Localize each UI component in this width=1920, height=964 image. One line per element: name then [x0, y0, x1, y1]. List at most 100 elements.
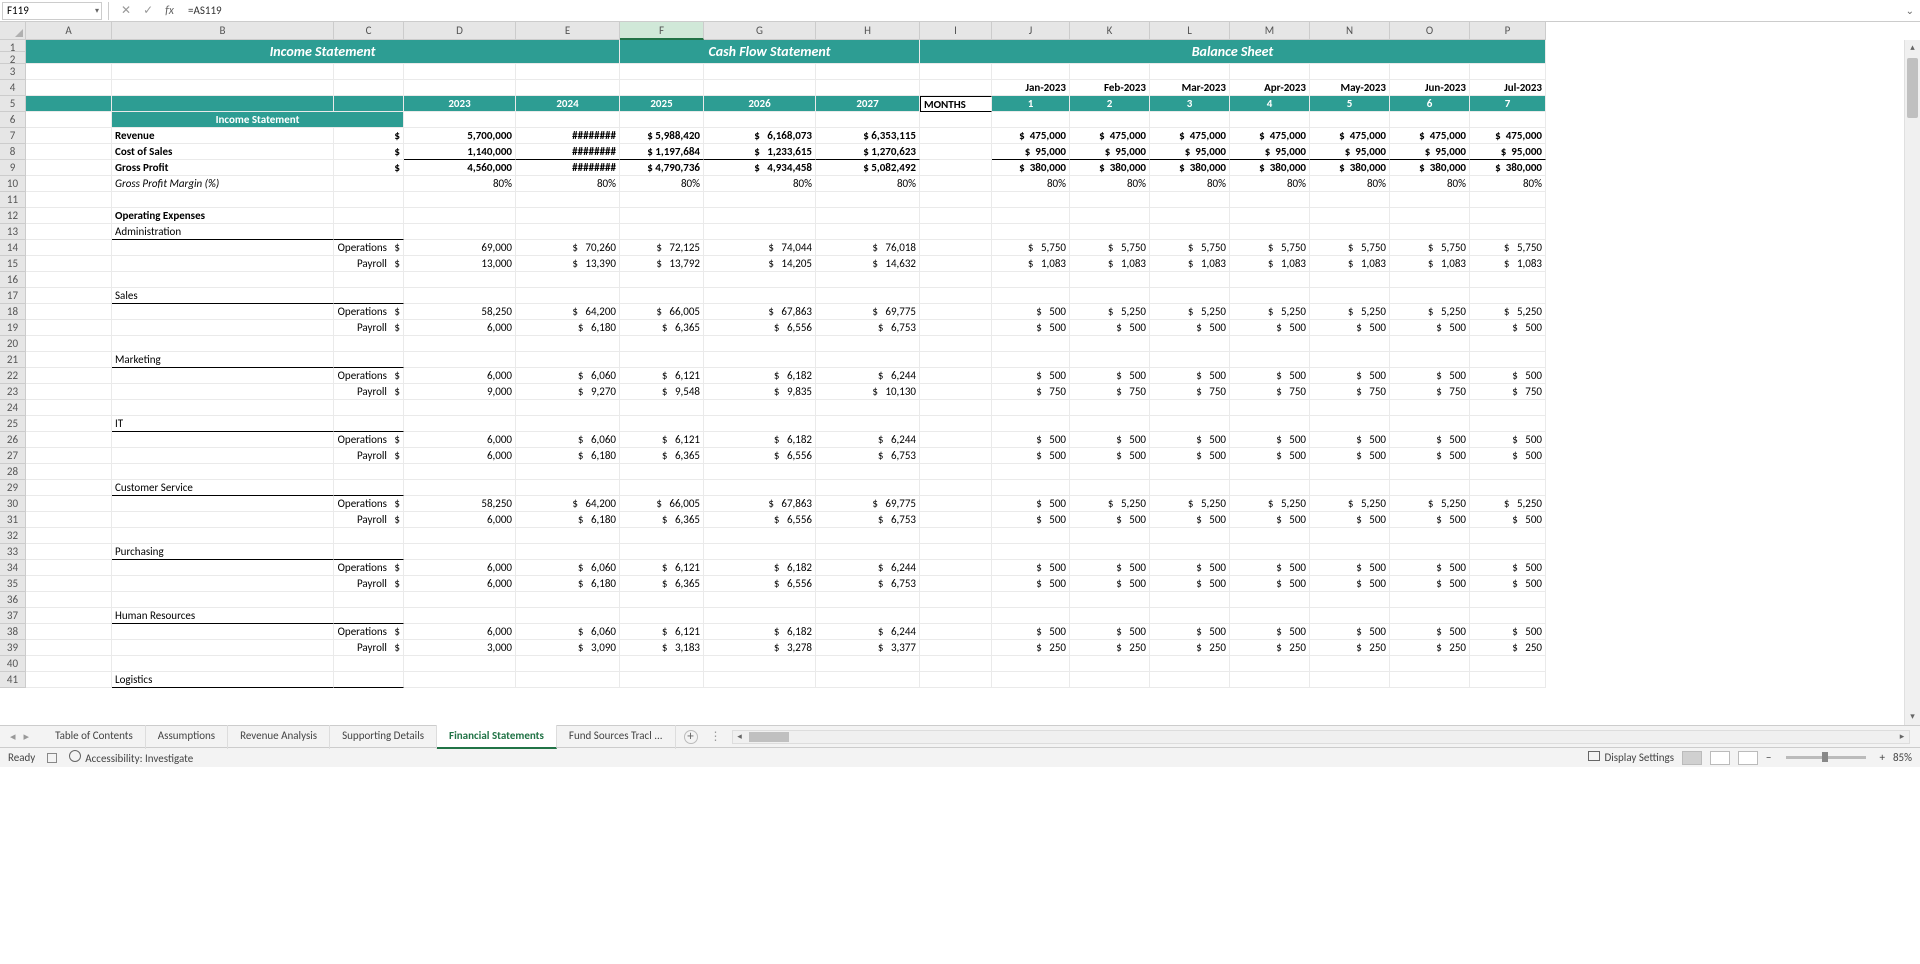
cell[interactable]: 58,250 — [404, 304, 516, 320]
cell[interactable] — [26, 576, 112, 592]
cell[interactable] — [816, 64, 920, 80]
cell[interactable] — [920, 656, 992, 672]
hscroll-thumb[interactable] — [749, 732, 789, 742]
cell[interactable] — [26, 272, 112, 288]
cell[interactable] — [920, 672, 992, 688]
cell[interactable] — [26, 176, 112, 192]
cell[interactable] — [516, 192, 620, 208]
cell[interactable]: 80% — [404, 176, 516, 192]
cell[interactable] — [1230, 288, 1310, 304]
cell[interactable]: Operations $ — [334, 560, 404, 576]
cell[interactable] — [334, 416, 404, 432]
cell[interactable] — [920, 240, 992, 256]
cell[interactable]: $ 500 — [1230, 624, 1310, 640]
cell[interactable] — [1310, 464, 1390, 480]
cell[interactable] — [816, 656, 920, 672]
cell[interactable] — [404, 80, 516, 96]
cell[interactable]: 3 — [1150, 96, 1230, 112]
cell[interactable] — [920, 400, 992, 416]
cell[interactable]: $ 4,790,736 — [620, 160, 704, 176]
row-header-1[interactable]: 1 — [0, 40, 26, 52]
cell[interactable]: $ 475,000 — [1390, 128, 1470, 144]
cell[interactable]: $ 500 — [992, 320, 1070, 336]
cell[interactable] — [992, 400, 1070, 416]
cell[interactable]: $ 1,083 — [1230, 256, 1310, 272]
cell[interactable] — [334, 656, 404, 672]
cell[interactable] — [920, 224, 992, 240]
cell[interactable] — [112, 512, 334, 528]
cell[interactable]: 2 — [1070, 96, 1150, 112]
cell[interactable] — [334, 96, 404, 112]
cell[interactable]: $ 5,988,420 — [620, 128, 704, 144]
cell[interactable] — [816, 592, 920, 608]
cell[interactable]: $ 750 — [1230, 384, 1310, 400]
horizontal-scrollbar[interactable]: ◂ ▸ — [732, 730, 1910, 744]
cell[interactable] — [1310, 672, 1390, 688]
cell[interactable] — [920, 560, 992, 576]
cell[interactable]: 80% — [1390, 176, 1470, 192]
cell[interactable] — [1230, 208, 1310, 224]
cell[interactable] — [1150, 400, 1230, 416]
hscroll-left-icon[interactable]: ◂ — [733, 731, 747, 742]
cell[interactable] — [112, 400, 334, 416]
col-header-A[interactable]: A — [26, 22, 112, 40]
cell[interactable]: $ 500 — [1150, 560, 1230, 576]
cell[interactable] — [334, 464, 404, 480]
cell[interactable]: Operations $ — [334, 432, 404, 448]
cell[interactable] — [404, 416, 516, 432]
cell[interactable]: $ 5,250 — [1230, 304, 1310, 320]
col-header-L[interactable]: L — [1150, 22, 1230, 40]
cell[interactable] — [26, 112, 112, 128]
cell[interactable] — [516, 608, 620, 624]
cell[interactable] — [704, 288, 816, 304]
cell[interactable]: $ 6,753 — [816, 576, 920, 592]
row-header-19[interactable]: 19 — [0, 320, 26, 336]
row-header-31[interactable]: 31 — [0, 512, 26, 528]
cell[interactable]: $ 500 — [992, 432, 1070, 448]
cell[interactable]: $ 500 — [992, 496, 1070, 512]
cell[interactable]: $ 500 — [1310, 560, 1390, 576]
cell[interactable] — [1310, 656, 1390, 672]
cell[interactable] — [992, 112, 1070, 128]
cell[interactable] — [1310, 64, 1390, 80]
cell[interactable] — [26, 144, 112, 160]
cell[interactable] — [1070, 288, 1150, 304]
cell[interactable]: $ 1,083 — [1150, 256, 1230, 272]
cell[interactable] — [1150, 288, 1230, 304]
hscroll-right-icon[interactable]: ▸ — [1895, 731, 1909, 742]
cell[interactable] — [516, 480, 620, 496]
cell[interactable]: $ 5,750 — [992, 240, 1070, 256]
cell[interactable] — [112, 192, 334, 208]
cell[interactable]: $ 500 — [1310, 368, 1390, 384]
cell[interactable]: $ 500 — [1310, 320, 1390, 336]
cell[interactable]: Payroll $ — [334, 256, 404, 272]
cell[interactable]: Payroll $ — [334, 512, 404, 528]
cell[interactable]: Human Resources — [112, 608, 334, 624]
cell[interactable] — [1070, 480, 1150, 496]
page-layout-view-button[interactable] — [1710, 751, 1730, 765]
cell[interactable] — [1150, 672, 1230, 688]
row-header-5[interactable]: 5 — [0, 96, 26, 112]
row-header-33[interactable]: 33 — [0, 544, 26, 560]
cell[interactable]: Payroll $ — [334, 384, 404, 400]
cell[interactable] — [704, 656, 816, 672]
cell[interactable] — [816, 528, 920, 544]
cell[interactable]: $ 500 — [1230, 560, 1310, 576]
cell[interactable]: $ 380,000 — [1070, 160, 1150, 176]
cell[interactable]: $ 6,753 — [816, 512, 920, 528]
cell[interactable] — [1150, 336, 1230, 352]
cell[interactable] — [334, 672, 404, 688]
cell[interactable] — [1150, 656, 1230, 672]
cell[interactable]: Payroll $ — [334, 576, 404, 592]
cell[interactable] — [704, 592, 816, 608]
cell[interactable] — [334, 224, 404, 240]
cell[interactable] — [1070, 464, 1150, 480]
cell[interactable] — [516, 672, 620, 688]
cell[interactable] — [112, 528, 334, 544]
cell[interactable] — [920, 432, 992, 448]
cell[interactable] — [26, 672, 112, 688]
cell[interactable]: $ 72,125 — [620, 240, 704, 256]
cell[interactable]: $ 500 — [1150, 576, 1230, 592]
cell[interactable] — [26, 640, 112, 656]
cell[interactable] — [404, 208, 516, 224]
